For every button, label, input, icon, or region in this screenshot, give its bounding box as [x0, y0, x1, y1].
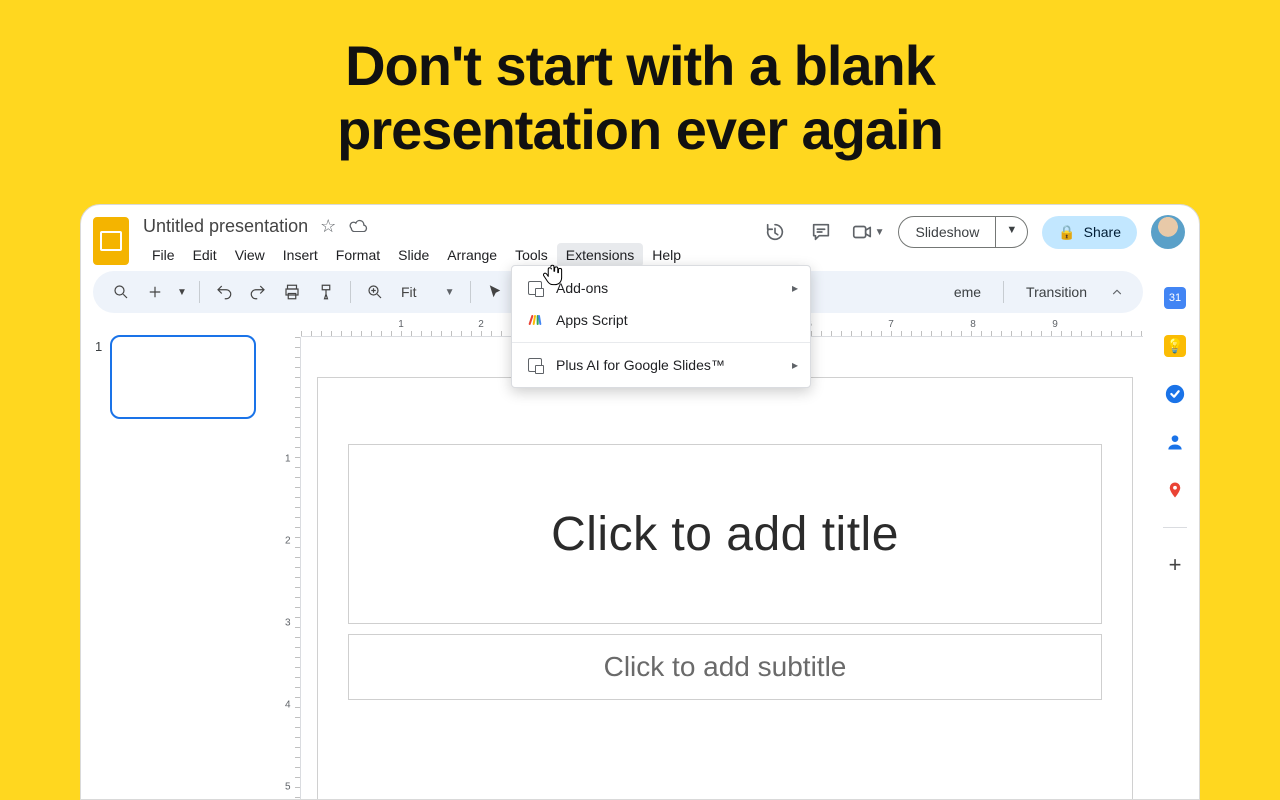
titlebar: Untitled presentation ☆ File Edit View I…: [81, 205, 1199, 265]
menubar: File Edit View Insert Format Slide Arran…: [143, 243, 690, 267]
menu-item-addons-label: Add-ons: [556, 280, 608, 296]
comments-icon[interactable]: [805, 216, 837, 248]
menu-item-apps-script[interactable]: Apps Script: [512, 304, 810, 336]
menu-view[interactable]: View: [226, 243, 274, 267]
addon-icon: [526, 358, 544, 372]
slides-logo-icon[interactable]: [93, 217, 129, 265]
history-icon[interactable]: [759, 216, 791, 248]
addons-plus-icon[interactable]: +: [1164, 554, 1186, 576]
collapse-toolbar-icon[interactable]: [1105, 280, 1129, 304]
title-placeholder[interactable]: Click to add title: [348, 444, 1102, 624]
search-icon[interactable]: [107, 278, 135, 306]
account-avatar[interactable]: [1151, 215, 1185, 249]
zoom-value: Fit: [401, 284, 417, 300]
keep-icon[interactable]: 💡: [1164, 335, 1186, 357]
star-icon[interactable]: ☆: [320, 217, 336, 235]
menu-item-apps-script-label: Apps Script: [556, 312, 628, 328]
share-button[interactable]: 🔒 Share: [1042, 216, 1137, 249]
promo-headline-line1: Don't start with a blank: [345, 34, 935, 97]
slideshow-button[interactable]: Slideshow: [898, 216, 996, 248]
document-title[interactable]: Untitled presentation: [143, 216, 308, 237]
menu-separator: [512, 342, 810, 343]
apps-script-icon: [526, 312, 544, 328]
calendar-icon[interactable]: 31: [1164, 287, 1186, 309]
caret-down-icon: ▼: [875, 227, 885, 238]
tasks-icon[interactable]: [1164, 383, 1186, 405]
canvas-area[interactable]: Click to add title Click to add subtitle: [301, 337, 1143, 799]
menu-item-addons[interactable]: Add-ons ▸: [512, 272, 810, 304]
meet-button[interactable]: ▼: [851, 221, 885, 243]
menu-edit[interactable]: Edit: [184, 243, 226, 267]
menu-help[interactable]: Help: [643, 243, 690, 267]
subtitle-placeholder[interactable]: Click to add subtitle: [348, 634, 1102, 700]
menu-item-plus-ai[interactable]: Plus AI for Google Slides™ ▸: [512, 349, 810, 381]
promo-headline-line2: presentation ever again: [337, 98, 943, 161]
menu-format[interactable]: Format: [327, 243, 389, 267]
vertical-ruler: 1 2 3 4 5: [281, 337, 301, 799]
submenu-arrow-icon: ▸: [792, 281, 798, 295]
menu-arrange[interactable]: Arrange: [438, 243, 506, 267]
share-label: Share: [1084, 224, 1121, 240]
theme-label-partial[interactable]: eme: [954, 284, 981, 300]
cloud-status-icon[interactable]: [348, 217, 368, 235]
menu-insert[interactable]: Insert: [274, 243, 327, 267]
menu-slide[interactable]: Slide: [389, 243, 438, 267]
promo-headline: Don't start with a blank presentation ev…: [0, 0, 1280, 187]
thumbnail-index: 1: [95, 335, 102, 354]
extensions-menu: Add-ons ▸ Apps Script Plus AI for Google…: [511, 265, 811, 388]
undo-button[interactable]: [210, 278, 238, 306]
menu-file[interactable]: File: [143, 243, 184, 267]
slideshow-dropdown[interactable]: ▼: [996, 216, 1028, 248]
thumbnail-panel: 1: [81, 325, 281, 799]
menu-extensions[interactable]: Extensions: [557, 243, 643, 267]
side-panel: 31 💡 +: [1151, 271, 1199, 799]
new-slide-dropdown[interactable]: ▼: [175, 278, 189, 306]
contacts-icon[interactable]: [1164, 431, 1186, 453]
slide-canvas[interactable]: Click to add title Click to add subtitle: [317, 377, 1133, 800]
slide-thumbnail[interactable]: [110, 335, 256, 419]
new-slide-button[interactable]: [141, 278, 169, 306]
menu-item-plus-ai-label: Plus AI for Google Slides™: [556, 357, 725, 373]
maps-icon[interactable]: [1164, 479, 1186, 501]
side-panel-divider: [1163, 527, 1187, 528]
print-button[interactable]: [278, 278, 306, 306]
menu-tools[interactable]: Tools: [506, 243, 557, 267]
submenu-arrow-icon: ▸: [792, 358, 798, 372]
addon-icon: [526, 281, 544, 295]
zoom-select[interactable]: Fit ▼: [395, 284, 460, 300]
zoom-icon[interactable]: [361, 278, 389, 306]
google-slides-window: Untitled presentation ☆ File Edit View I…: [80, 204, 1200, 800]
transition-button[interactable]: Transition: [1026, 284, 1087, 300]
lock-icon: 🔒: [1058, 224, 1075, 241]
paint-format-button[interactable]: [312, 278, 340, 306]
redo-button[interactable]: [244, 278, 272, 306]
caret-down-icon: ▼: [445, 287, 455, 298]
select-tool[interactable]: [481, 278, 509, 306]
